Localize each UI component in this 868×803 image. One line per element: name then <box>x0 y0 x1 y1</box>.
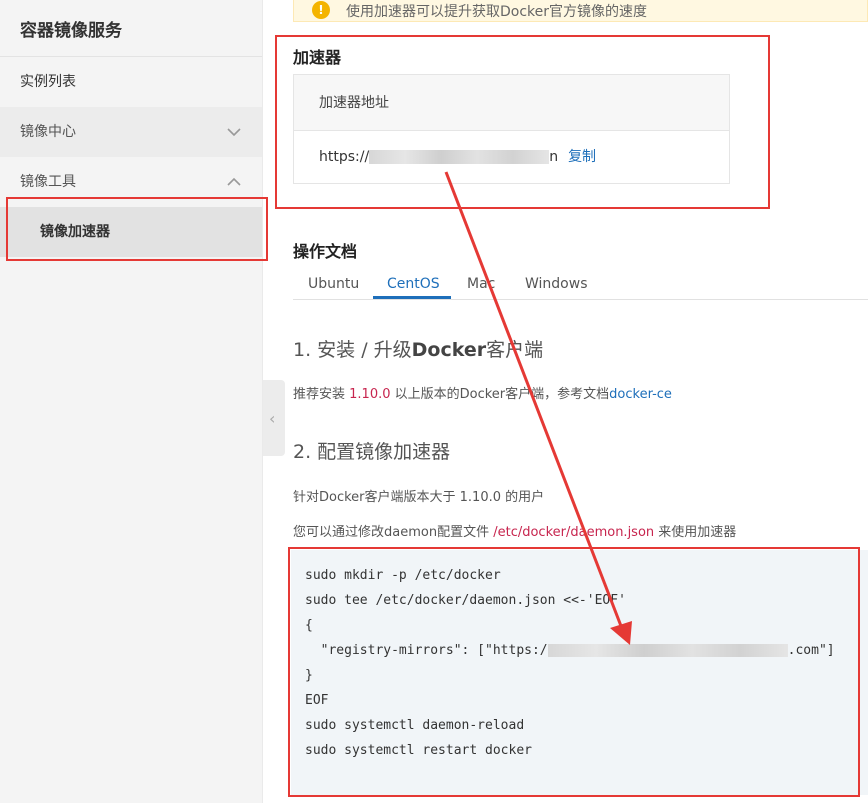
chevron-up-icon <box>226 174 242 190</box>
copy-link[interactable]: 复制 <box>568 149 596 165</box>
path-highlight: /etc/docker/daemon.json <box>493 525 655 540</box>
sidebar-item-image-tools[interactable]: 镜像工具 <box>0 157 262 207</box>
accelerator-title: 加速器 <box>293 48 342 67</box>
tab-windows[interactable]: Windows <box>525 276 588 292</box>
accelerator-url-row: https:// n 复制 <box>294 131 729 183</box>
code-line-registry: "registry-mirrors": ["https:/ .com"] <box>305 643 835 658</box>
section1-heading: 1. 安装 / 升级Docker客户端 <box>293 335 543 362</box>
docker-ce-link[interactable]: docker-ce <box>609 387 672 402</box>
chevron-left-icon: ‹ <box>269 409 276 428</box>
chevron-down-icon <box>226 124 242 140</box>
code-line: sudo mkdir -p /etc/docker <box>305 568 501 583</box>
sidebar-collapse-button[interactable]: ‹ <box>263 380 285 456</box>
text: 来使用加速器 <box>654 525 737 540</box>
code-block[interactable]: sudo mkdir -p /etc/docker sudo tee /etc/… <box>291 550 868 795</box>
accelerator-url-prefix: https:// <box>319 149 370 165</box>
code-line: sudo systemctl daemon-reload <box>305 718 525 733</box>
sidebar-item-label: 镜像加速器 <box>40 224 110 240</box>
sidebar-item-label: 实例列表 <box>20 74 76 90</box>
code-line: EOF <box>305 693 329 708</box>
warning-icon: ! <box>312 1 330 19</box>
sidebar-title: 容器镜像服务 <box>0 0 262 57</box>
text: 推荐安装 <box>293 387 350 402</box>
tab-mac[interactable]: Mac <box>467 276 495 292</box>
redacted-url <box>369 150 550 164</box>
active-tab-indicator <box>373 296 451 299</box>
tab-centos[interactable]: CentOS <box>387 276 440 292</box>
heading-bold: Docker <box>411 339 487 361</box>
sidebar-item-label: 镜像工具 <box>20 174 76 190</box>
sidebar-item-image-accelerator[interactable]: 镜像加速器 <box>0 207 262 257</box>
code-text: .com"] <box>787 643 835 658</box>
tab-ubuntu[interactable]: Ubuntu <box>308 276 359 292</box>
notice-banner: ! 使用加速器可以提升获取Docker官方镜像的速度 <box>293 0 868 22</box>
page: 容器镜像服务 实例列表 镜像中心 镜像工具 镜像加速器 ‹ ! 使用加速器可以提… <box>0 0 868 803</box>
accelerator-url-suffix: n <box>549 149 559 165</box>
sidebar-item-image-center[interactable]: 镜像中心 <box>0 107 262 157</box>
sidebar-item-label: 镜像中心 <box>20 124 76 140</box>
sidebar: 容器镜像服务 实例列表 镜像中心 镜像工具 镜像加速器 <box>0 0 263 803</box>
code-line: sudo tee /etc/docker/daemon.json <<-'EOF… <box>305 593 626 608</box>
section2-heading: 2. 配置镜像加速器 <box>293 441 451 463</box>
section2-line2: 您可以通过修改daemon配置文件 /etc/docker/daemon.jso… <box>293 521 736 540</box>
code-text: "registry-mirrors": ["https:/ <box>305 643 548 658</box>
docs-title: 操作文档 <box>293 242 358 261</box>
accelerator-column-header: 加速器地址 <box>294 75 729 131</box>
code-line: } <box>305 668 313 683</box>
accelerator-table: 加速器地址 https:// n 复制 <box>293 74 730 184</box>
redacted-url <box>547 644 788 657</box>
notice-text: 使用加速器可以提升获取Docker官方镜像的速度 <box>346 4 648 20</box>
version-highlight: 1.10.0 <box>349 387 391 402</box>
code-line: sudo systemctl restart docker <box>305 743 532 758</box>
text: 以上版本的Docker客户端，参考文档 <box>390 387 610 402</box>
heading-text: 1. 安装 / 升级 <box>293 339 412 361</box>
section2-line1: 针对Docker客户端版本大于 1.10.0 的用户 <box>293 490 545 505</box>
heading-text: 客户端 <box>486 339 544 361</box>
code-line: { <box>305 618 313 633</box>
sidebar-item-instance-list[interactable]: 实例列表 <box>0 57 262 107</box>
text: 您可以通过修改daemon配置文件 <box>293 525 494 540</box>
section1-text: 推荐安装 1.10.0 以上版本的Docker客户端，参考文档docker-ce <box>293 383 672 402</box>
